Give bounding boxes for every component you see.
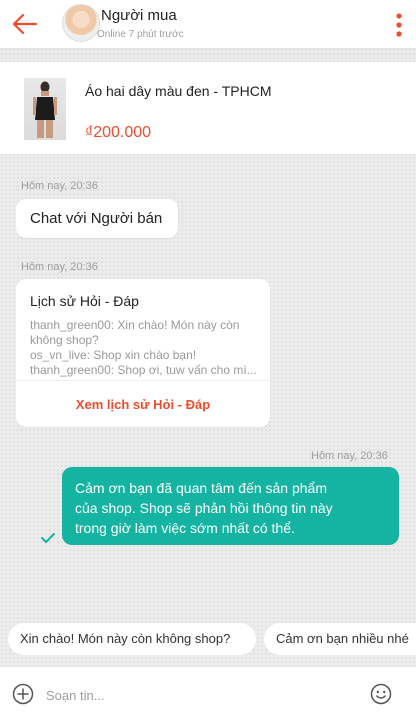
message-text: Chat với Người bán	[30, 210, 163, 227]
quick-reply-chip[interactable]: Cảm ơn bạn nhiều nhé	[264, 623, 416, 655]
quick-reply-chip[interactable]: Xin chào! Món này còn không shop?	[8, 623, 256, 655]
divider	[16, 380, 270, 381]
message-text-line: Cảm ơn bạn đã quan tâm đến sản phẩm	[75, 480, 328, 496]
qa-history-card: Lịch sử Hỏi - Đáp thanh_green00: Xin chà…	[16, 279, 270, 427]
more-options-button[interactable]	[396, 13, 402, 37]
qa-history-line: không shop?	[30, 333, 99, 347]
qa-history-line: os_vn_live: Shop xin chào bạn!	[30, 348, 197, 362]
qa-history-title: Lịch sử Hỏi - Đáp	[30, 293, 139, 309]
arrow-left-icon	[12, 13, 38, 35]
chat-header: Người mua Online 7 phút trước	[0, 0, 416, 49]
emoji-button[interactable]	[370, 683, 392, 705]
message-time: Hôm nay, 20:36	[311, 450, 388, 462]
contact-name[interactable]: Người mua	[101, 7, 177, 24]
product-card[interactable]: Áo hai dây màu đen - TPHCM ₫200.000	[0, 62, 416, 154]
more-vertical-icon	[396, 13, 402, 37]
qa-history-line: thanh_green00: Shop ơi, tuw vấn cho mì..…	[30, 363, 257, 377]
message-time: Hôm nay, 20:36	[21, 261, 98, 273]
quick-replies: Xin chào! Món này còn không shop? Cảm ơn…	[0, 619, 416, 659]
message-bubble: Chat với Người bán	[16, 199, 178, 238]
add-attachment-button[interactable]	[12, 683, 34, 705]
message-text-line: của shop. Shop sẽ phản hồi thông tin này	[75, 500, 333, 516]
emoji-icon	[370, 683, 392, 705]
message-input[interactable]	[44, 678, 364, 712]
check-icon	[41, 531, 55, 543]
outgoing-message-bubble: Cảm ơn bạn đã quan tâm đến sản phẩm của …	[62, 467, 399, 545]
product-thumbnail	[24, 78, 66, 140]
message-time: Hôm nay, 20:36	[21, 180, 98, 192]
add-circle-icon	[12, 683, 34, 705]
back-button[interactable]	[10, 10, 40, 38]
online-status: Online 7 phút trước	[97, 29, 184, 40]
view-qa-history-link[interactable]: Xem lịch sử Hỏi - Đáp	[16, 397, 270, 412]
qa-history-line: thanh_green00: Xin chào! Món này còn	[30, 318, 240, 332]
product-price: ₫200.000	[85, 124, 152, 141]
message-text-line: trong giờ làm việc sớm nhất có thể.	[75, 520, 295, 536]
avatar[interactable]	[62, 4, 100, 42]
product-title: Áo hai dây màu đen - TPHCM	[85, 83, 272, 99]
message-composer	[0, 666, 416, 721]
